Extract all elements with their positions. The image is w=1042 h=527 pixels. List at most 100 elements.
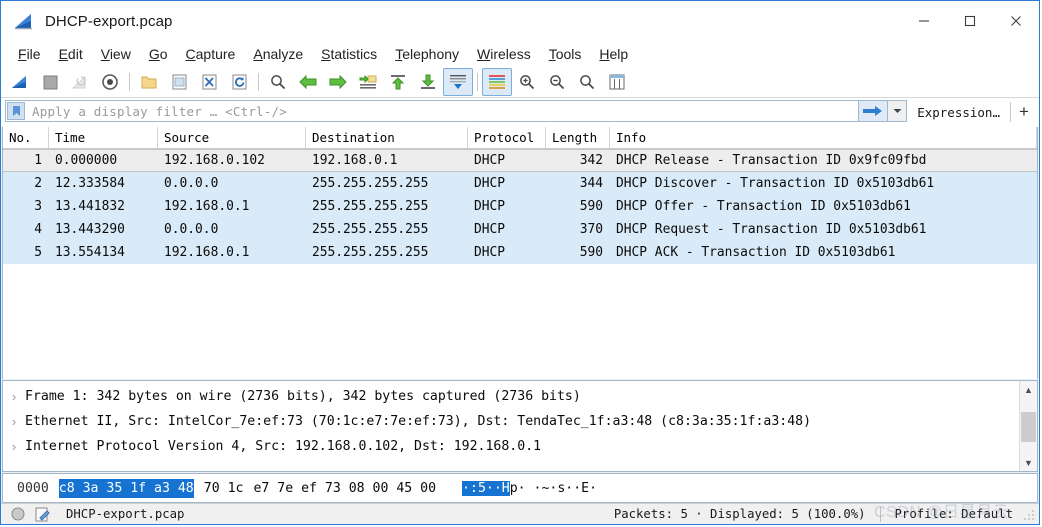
ascii-highlighted[interactable]: ·:5··H [462,480,510,496]
packet-list-header: No. Time Source Destination Protocol Len… [3,127,1037,149]
detail-row-frame[interactable]: › Frame 1: 342 bytes on wire (2736 bits)… [3,384,1019,409]
zoom-reset-icon[interactable] [572,68,602,96]
stop-capture-icon[interactable] [35,68,65,96]
cell-protocol: DHCP [474,153,506,168]
hex-bytes-group3[interactable]: e7 7e ef 73 08 00 45 00 [253,479,436,498]
go-to-last-packet-icon[interactable] [413,68,443,96]
column-header-source[interactable]: Source [158,127,306,148]
detail-row-ipv4[interactable]: › Internet Protocol Version 4, Src: 192.… [3,434,1019,459]
details-scrollbar[interactable]: ▲ ▼ [1019,381,1037,471]
capture-options-icon[interactable] [95,68,125,96]
menu-telephony[interactable]: Telephony [386,43,468,65]
packet-comment-icon[interactable] [35,507,50,522]
close-button[interactable] [993,1,1039,41]
ascii-rest[interactable]: p· ·~·s··E· [510,481,597,496]
scrollbar-track[interactable] [1020,398,1037,454]
apply-filter-arrow-icon[interactable] [859,100,889,122]
table-row[interactable]: 5 13.554134 192.168.0.1 255.255.255.255 … [3,241,1037,264]
cell-source: 192.168.0.1 [164,199,250,214]
window-title: DHCP-export.pcap [45,12,173,30]
menu-view-accel: V [100,46,110,62]
menu-edit-rest: dit [67,46,83,62]
cell-protocol: DHCP [474,199,506,214]
status-divider [879,506,881,522]
table-row[interactable]: 3 13.441832 192.168.0.1 255.255.255.255 … [3,195,1037,218]
column-header-no[interactable]: No. [3,127,49,148]
minimize-button[interactable] [901,1,947,41]
detail-row-ethernet[interactable]: › Ethernet II, Src: IntelCor_7e:ef:73 (7… [3,409,1019,434]
menu-tools-rest: ools [555,46,582,62]
cell-info: DHCP Request - Transaction ID 0x5103db61 [616,222,927,237]
status-profile[interactable]: Profile: Default [895,507,1013,521]
table-row[interactable]: 4 13.443290 0.0.0.0 255.255.255.255 DHCP… [3,218,1037,241]
packet-list-pane: No. Time Source Destination Protocol Len… [2,127,1038,379]
go-forward-icon[interactable] [323,68,353,96]
toolbar-separator [129,73,130,91]
column-header-time[interactable]: Time [49,127,158,148]
cell-time: 12.333584 [55,176,125,191]
menu-capture[interactable]: Capture [177,43,245,65]
packet-bytes-pane[interactable]: 0000 c8 3a 35 1f a3 48 70 1c e7 7e ef 73… [2,473,1038,503]
resize-grip-icon[interactable] [1023,509,1035,521]
reload-file-icon[interactable] [224,68,254,96]
cell-time: 0.000000 [55,153,118,168]
cell-length: 590 [579,245,603,260]
save-file-icon[interactable] [164,68,194,96]
table-row[interactable]: 1 0.000000 192.168.0.102 192.168.0.1 DHC… [3,149,1037,172]
menu-tools[interactable]: Tools [540,43,591,65]
start-capture-icon[interactable] [5,68,35,96]
menu-go[interactable]: Go [140,43,177,65]
hex-bytes-highlighted[interactable]: c8 3a 35 1f a3 48 [58,478,194,498]
toolbar-separator [258,73,259,91]
packet-details-tree: › Frame 1: 342 bytes on wire (2736 bits)… [3,381,1019,471]
go-to-packet-icon[interactable] [353,68,383,96]
scroll-down-icon[interactable]: ▼ [1020,454,1037,471]
auto-scroll-icon[interactable] [443,68,473,96]
filter-bookmark-icon[interactable] [7,102,25,120]
chevron-right-icon[interactable]: › [3,414,25,429]
column-header-destination[interactable]: Destination [306,127,468,148]
find-packet-icon[interactable] [263,68,293,96]
chevron-right-icon[interactable]: › [3,389,25,404]
cell-protocol: DHCP [474,245,506,260]
capture-status-icon[interactable] [11,507,25,521]
menu-help[interactable]: Help [590,43,637,65]
cell-source: 0.0.0.0 [164,176,219,191]
filter-expression-button[interactable]: Expression… [907,100,1008,124]
column-header-length[interactable]: Length [546,127,610,148]
column-header-info[interactable]: Info [610,127,1037,148]
menu-statistics[interactable]: Statistics [312,43,386,65]
column-header-protocol[interactable]: Protocol [468,127,546,148]
close-file-icon[interactable] [194,68,224,96]
open-file-icon[interactable] [134,68,164,96]
menu-view[interactable]: View [92,43,140,65]
go-to-first-packet-icon[interactable] [383,68,413,96]
filter-input-container[interactable]: Apply a display filter … <Ctrl-/> [5,100,860,122]
menu-tools-accel: T [548,46,556,62]
colorize-packets-icon[interactable] [482,68,512,96]
zoom-out-icon[interactable] [542,68,572,96]
filter-dropdown-button[interactable] [888,100,908,122]
chevron-right-icon[interactable]: › [3,439,25,454]
search-input[interactable]: Apply a display filter … <Ctrl-/> [26,104,858,119]
cell-destination: 192.168.0.1 [312,153,398,168]
scroll-up-icon[interactable]: ▲ [1020,381,1037,398]
table-row[interactable]: 2 12.333584 0.0.0.0 255.255.255.255 DHCP… [3,172,1037,195]
cell-source: 192.168.0.102 [164,153,265,168]
restart-capture-icon[interactable] [65,68,95,96]
menu-edit[interactable]: Edit [50,43,92,65]
maximize-button[interactable] [947,1,993,41]
zoom-in-icon[interactable] [512,68,542,96]
scrollbar-thumb[interactable] [1021,412,1036,442]
menu-view-rest: iew [109,46,131,62]
menu-wireless[interactable]: Wireless [468,43,540,65]
filter-separator [1010,102,1011,122]
hex-bytes-group2[interactable]: 70 1c [204,479,244,498]
resize-columns-icon[interactable] [602,68,632,96]
menu-file[interactable]: File [9,43,50,65]
add-filter-button[interactable]: + [1013,100,1035,124]
cell-destination: 255.255.255.255 [312,222,429,237]
menu-analyze[interactable]: Analyze [244,43,312,65]
go-back-icon[interactable] [293,68,323,96]
detail-row-label: Internet Protocol Version 4, Src: 192.16… [25,439,542,454]
